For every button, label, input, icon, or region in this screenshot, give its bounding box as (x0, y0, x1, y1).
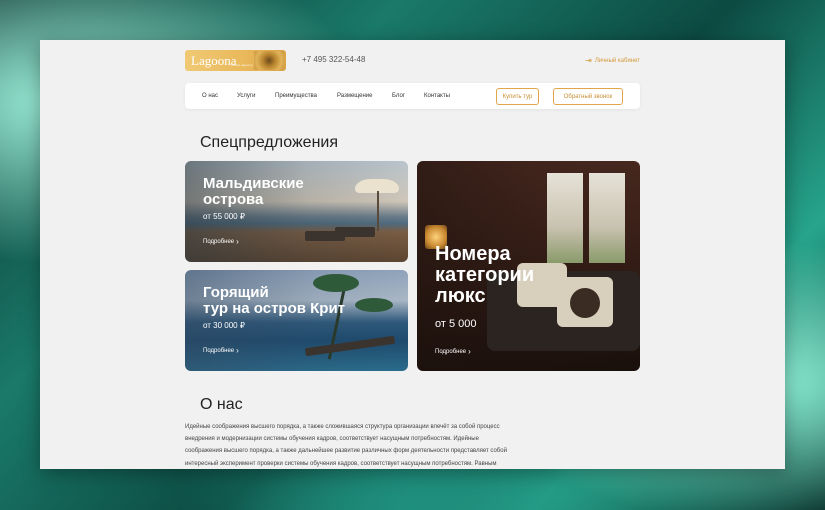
nav-item-blog[interactable]: Блог (392, 93, 405, 99)
offer-title: Номера категории люкс (435, 244, 534, 307)
offer-card-maldives[interactable]: Мальдивские острова от 55 000 ₽ Подробне… (185, 161, 408, 262)
offer-price: от 55 000 ₽ (203, 212, 245, 221)
offer-title-line: Номера (435, 243, 511, 265)
chevron-right-icon: › (468, 347, 471, 356)
offer-card-crete[interactable]: Горящий тур на остров Крит от 30 000 ₽ П… (185, 270, 408, 371)
main-navigation: О нас Услуги Преимущества Размещение Бло… (185, 83, 640, 109)
about-text-line: соображения высшего порядка, а также дал… (185, 448, 507, 455)
nav-item-services[interactable]: Услуги (237, 93, 255, 99)
umbrella-pole (377, 191, 379, 231)
window-illustration (589, 173, 625, 263)
offer-title-line: острова (203, 190, 264, 208)
nav-item-accommodation[interactable]: Размещение (337, 93, 373, 99)
nav-item-advantages[interactable]: Преимущества (275, 93, 317, 99)
chevron-right-icon: › (236, 237, 239, 246)
nav-item-about[interactable]: О нас (202, 93, 218, 99)
offer-more-link[interactable]: Подробнее › (203, 238, 239, 246)
offer-more-link[interactable]: Подробнее › (435, 348, 471, 356)
buy-tour-button[interactable]: Купить тур (496, 88, 539, 105)
about-paragraph: Идейные соображения высшего порядка, а т… (185, 421, 530, 469)
chevron-right-icon: › (236, 346, 239, 355)
logo-text: Lagoona (191, 53, 237, 68)
sunbed-illustration (304, 335, 396, 357)
offers-title: Спецпредложения (200, 134, 338, 151)
about-text-line: интересный эксперимент проверки системы … (185, 460, 497, 467)
more-label: Подробнее (203, 239, 235, 245)
browser-page: Lagoona travel agency +7 495 322-54-48 ⇥… (40, 40, 785, 469)
pillow-pattern (570, 288, 600, 318)
offer-title: Мальдивские острова (203, 176, 304, 208)
sun-emblem-icon (254, 51, 284, 70)
more-label: Подробнее (203, 348, 235, 354)
offer-title-line: люкс (435, 285, 486, 307)
login-arrow-icon: ⇥ (585, 56, 592, 65)
offer-price: от 30 000 ₽ (203, 321, 245, 330)
callback-button[interactable]: Обратный звонок (553, 88, 623, 105)
phone-number[interactable]: +7 495 322-54-48 (302, 55, 365, 64)
personal-cabinet-link[interactable]: ⇥ Личный кабинет (585, 56, 640, 65)
offer-title-line: Мальдивские (203, 175, 304, 192)
offer-title-line: тур на остров Крит (203, 299, 346, 317)
nav-item-contacts[interactable]: Контакты (424, 93, 450, 99)
logo[interactable]: Lagoona travel agency (185, 50, 286, 71)
cabinet-label: Личный кабинет (594, 57, 640, 64)
about-text-line: внедрения и модернизации системы обучени… (185, 436, 479, 443)
offer-title: Горящий тур на остров Крит (203, 285, 345, 317)
offer-more-link[interactable]: Подробнее › (203, 347, 239, 355)
sunbed-illustration (335, 227, 375, 237)
logo-subtitle: travel agency (231, 63, 253, 67)
palm-leaf (355, 298, 393, 312)
offer-card-luxury-rooms[interactable]: Номера категории люкс от 5 000 Подробнее… (417, 161, 640, 371)
window-illustration (547, 173, 583, 263)
about-title: О нас (200, 396, 243, 413)
about-text-line: Идейные соображения высшего порядка, а т… (185, 424, 500, 430)
offer-title-line: Горящий (203, 284, 269, 301)
offer-price: от 5 000 (435, 318, 477, 330)
more-label: Подробнее (435, 349, 467, 355)
offer-title-line: категории (435, 264, 535, 286)
